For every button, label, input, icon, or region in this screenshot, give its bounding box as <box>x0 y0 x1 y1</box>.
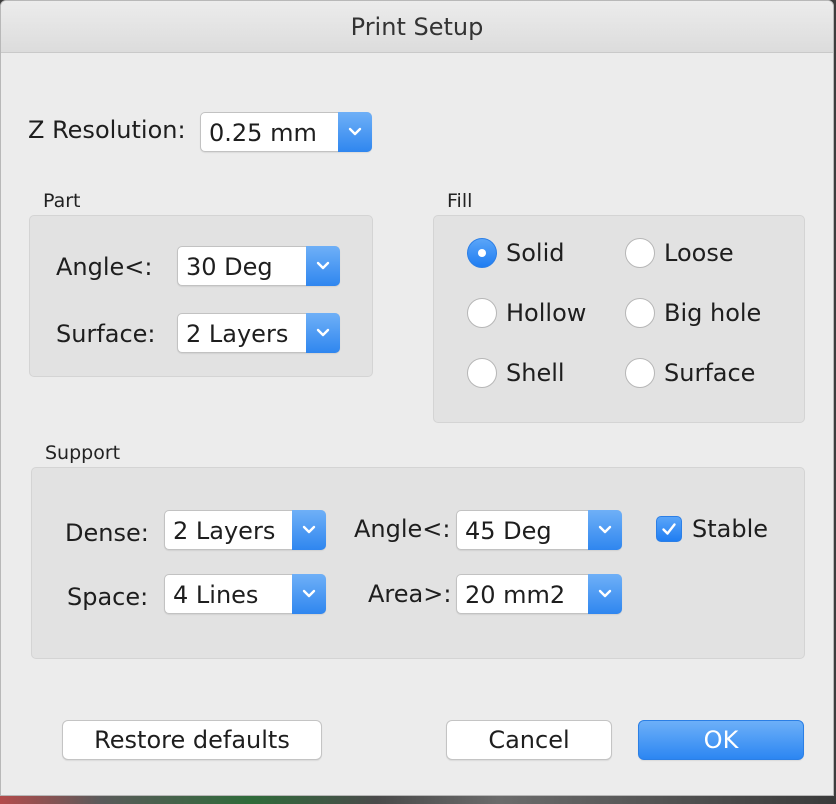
cancel-button[interactable]: Cancel <box>446 720 612 760</box>
fill-shell-radio[interactable] <box>467 358 497 388</box>
part-surface-popup[interactable]: 2 Layers <box>177 313 340 353</box>
support-area-label: Area>: <box>368 580 452 608</box>
stable-label[interactable]: Stable <box>692 515 768 543</box>
chevron-down-icon <box>588 574 622 614</box>
fill-loose-label[interactable]: Loose <box>664 239 734 267</box>
support-space-label: Space: <box>67 583 149 611</box>
z-resolution-popup[interactable]: 0.25 mm <box>200 112 372 152</box>
part-angle-label: Angle<: <box>56 253 153 281</box>
fill-big-hole-radio[interactable] <box>625 298 655 328</box>
chevron-down-icon <box>306 246 340 286</box>
support-dense-label: Dense: <box>65 519 149 547</box>
window-title: Print Setup <box>350 13 484 41</box>
chevron-down-icon <box>588 510 622 550</box>
support-dense-value: 2 Layers <box>173 517 276 545</box>
fill-solid-radio[interactable] <box>467 238 497 268</box>
support-group-box <box>31 467 805 659</box>
z-resolution-value: 0.25 mm <box>209 119 317 147</box>
part-angle-popup[interactable]: 30 Deg <box>177 246 340 286</box>
chevron-down-icon <box>292 574 326 614</box>
support-angle-popup[interactable]: 45 Deg <box>456 510 622 550</box>
background-desktop-strip <box>0 796 836 804</box>
support-area-popup[interactable]: 20 mm2 <box>456 574 622 614</box>
fill-surface-label[interactable]: Surface <box>664 359 755 387</box>
fill-surface-radio[interactable] <box>625 358 655 388</box>
print-setup-dialog: Print Setup Z Resolution: 0.25 mm Part A… <box>0 0 834 796</box>
part-angle-value: 30 Deg <box>186 253 273 281</box>
fill-hollow-radio[interactable] <box>467 298 497 328</box>
part-group-label: Part <box>43 190 81 212</box>
support-angle-label: Angle<: <box>354 515 451 543</box>
restore-defaults-button[interactable]: Restore defaults <box>62 720 322 760</box>
ok-button[interactable]: OK <box>638 720 804 760</box>
support-dense-popup[interactable]: 2 Layers <box>164 510 326 550</box>
support-space-popup[interactable]: 4 Lines <box>164 574 326 614</box>
support-group-label: Support <box>45 442 121 464</box>
part-surface-value: 2 Layers <box>186 320 289 348</box>
fill-loose-radio[interactable] <box>625 238 655 268</box>
fill-hollow-label[interactable]: Hollow <box>506 299 586 327</box>
title-bar[interactable]: Print Setup <box>1 1 833 53</box>
fill-solid-label[interactable]: Solid <box>506 239 565 267</box>
chevron-down-icon <box>338 112 372 152</box>
chevron-down-icon <box>306 313 340 353</box>
chevron-down-icon <box>292 510 326 550</box>
part-surface-label: Surface: <box>56 320 156 348</box>
support-space-value: 4 Lines <box>173 581 259 609</box>
z-resolution-label: Z Resolution: <box>28 116 186 144</box>
support-angle-value: 45 Deg <box>465 517 552 545</box>
fill-big-hole-label[interactable]: Big hole <box>664 299 761 327</box>
checkmark-icon <box>662 523 676 535</box>
stable-checkbox[interactable] <box>656 516 682 542</box>
fill-group-label: Fill <box>447 190 473 212</box>
support-area-value: 20 mm2 <box>465 581 566 609</box>
fill-shell-label[interactable]: Shell <box>506 359 565 387</box>
